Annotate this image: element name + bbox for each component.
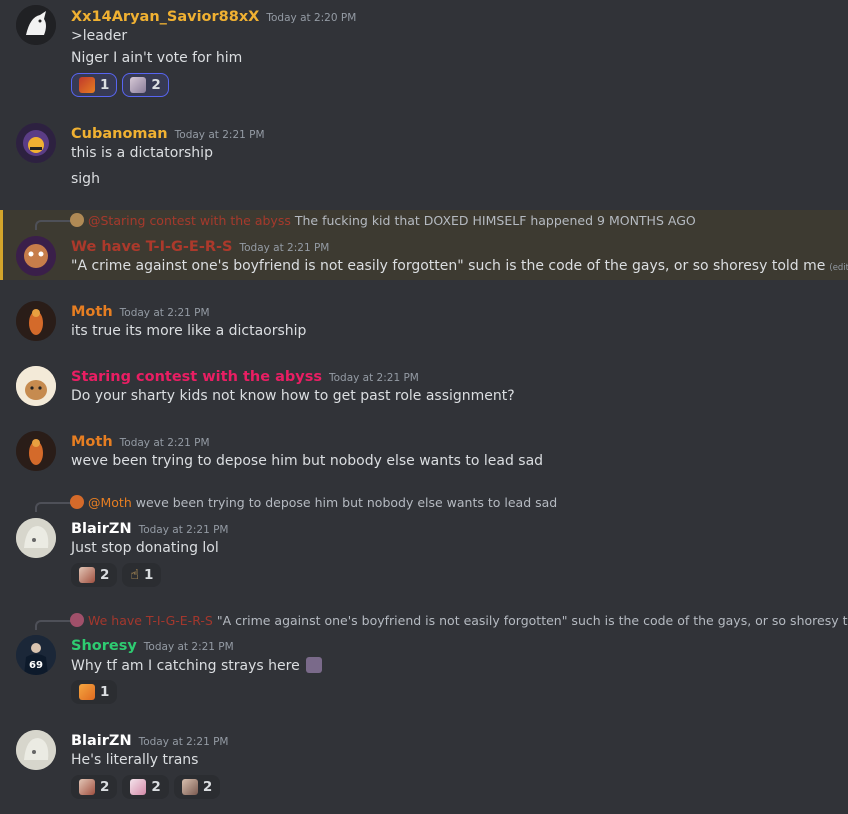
- timestamp: Today at 2:21 PM: [138, 736, 229, 748]
- timestamp: Today at 2:21 PM: [138, 524, 229, 536]
- middle-finger-emoji-icon: ☝: [130, 567, 139, 583]
- message-text: Why tf am I catching strays here: [71, 657, 323, 674]
- avatar[interactable]: 69: [16, 635, 56, 675]
- reply-connector: [35, 220, 71, 230]
- message-text: >leader: [71, 28, 128, 44]
- username[interactable]: BlairZN: [71, 733, 132, 749]
- reply-username[interactable]: @Staring contest with the abyss: [88, 213, 291, 228]
- reply-avatar: [70, 613, 84, 627]
- edited-label: (edited): [829, 263, 848, 273]
- reply-avatar: [70, 495, 84, 509]
- avatar[interactable]: [16, 301, 56, 341]
- avatar[interactable]: [16, 518, 56, 558]
- timestamp: Today at 2:21 PM: [328, 372, 419, 384]
- avatar[interactable]: [16, 123, 56, 163]
- reply-avatar: [70, 213, 84, 227]
- reaction-count: 2: [100, 779, 110, 795]
- username[interactable]: Moth: [71, 304, 113, 320]
- avatar[interactable]: [16, 5, 56, 45]
- reaction-count: 2: [100, 567, 110, 583]
- crying-face-emoji-icon: [79, 684, 95, 700]
- message-text: its true its more like a dictaorship: [71, 323, 307, 339]
- reply-connector: [35, 620, 71, 630]
- username[interactable]: We have T-I-G-E-R-S: [71, 239, 232, 255]
- anime-girls-emoji-icon: [181, 779, 198, 795]
- username[interactable]: Moth: [71, 434, 113, 450]
- reply-preview[interactable]: @Moth weve been trying to depose him but …: [70, 495, 557, 510]
- reply-preview[interactable]: @Staring contest with the abyss The fucki…: [70, 213, 696, 228]
- reaction[interactable]: 1: [71, 73, 118, 97]
- fire-face-emoji-icon: [79, 77, 95, 93]
- reaction[interactable]: 2: [122, 73, 169, 97]
- reaction[interactable]: 2: [173, 775, 221, 799]
- reply-connector: [35, 502, 71, 512]
- reply-username[interactable]: @Moth: [88, 495, 132, 510]
- timestamp: Today at 2:21 PM: [119, 307, 210, 319]
- reaction-count: 1: [100, 684, 110, 700]
- timestamp: Today at 2:21 PM: [239, 242, 330, 254]
- message-text: sigh: [71, 171, 100, 187]
- avatar[interactable]: [16, 730, 56, 770]
- message-text: Do your sharty kids not know how to get …: [71, 388, 515, 404]
- reaction[interactable]: 1: [71, 680, 118, 704]
- message-text: Just stop donating lol: [71, 540, 219, 556]
- reply-text: The fucking kid that DOXED HIMSELF happe…: [294, 213, 696, 228]
- message-text: weve been trying to depose him but nobod…: [71, 453, 544, 469]
- reply-text: weve been trying to depose him but nobod…: [135, 495, 558, 510]
- reaction[interactable]: ☝ 1: [122, 563, 162, 587]
- username[interactable]: Xx14Aryan_Savior88xX: [71, 9, 259, 25]
- message-text-content: "A crime against one's boyfriend is not …: [71, 258, 826, 274]
- reply-username[interactable]: We have T-I-G-E-R-S: [88, 613, 213, 628]
- svg-text:69: 69: [29, 660, 43, 671]
- username[interactable]: Shoresy: [71, 638, 137, 654]
- timestamp: Today at 2:20 PM: [266, 12, 357, 24]
- avatar[interactable]: [16, 366, 56, 406]
- reaction-count: 1: [100, 77, 110, 93]
- anime-girl-emoji-icon: [79, 779, 95, 795]
- avatar[interactable]: [16, 431, 56, 471]
- username[interactable]: BlairZN: [71, 521, 132, 537]
- timestamp: Today at 2:21 PM: [119, 437, 210, 449]
- sticker-emoji-icon: [130, 779, 147, 795]
- reaction-count: 2: [151, 77, 161, 93]
- reaction-count: 2: [202, 779, 213, 795]
- reply-text: "A crime against one's boyfriend is not …: [216, 613, 848, 628]
- reply-preview[interactable]: We have T-I-G-E-R-S "A crime against one'…: [70, 613, 848, 628]
- timestamp: Today at 2:21 PM: [174, 129, 265, 141]
- anime-girl-emoji-icon: [79, 567, 95, 583]
- message-text: "A crime against one's boyfriend is not …: [71, 258, 848, 274]
- sad-cat-emoji-icon: [306, 657, 323, 673]
- message-text: Niger I ain't vote for him: [71, 50, 243, 66]
- reaction-count: 1: [143, 567, 154, 583]
- username[interactable]: Cubanoman: [71, 126, 168, 142]
- username[interactable]: Staring contest with the abyss: [71, 369, 322, 385]
- reaction[interactable]: 2: [71, 563, 118, 587]
- message-text: He's literally trans: [71, 752, 199, 768]
- message-text-content: Why tf am I catching strays here: [71, 658, 300, 674]
- reaction-count: 2: [151, 779, 161, 795]
- anime-girl-emoji-icon: [130, 77, 147, 93]
- message-text: this is a dictatorship: [71, 145, 213, 161]
- avatar[interactable]: [16, 236, 56, 276]
- reaction[interactable]: 2: [71, 775, 118, 799]
- reaction[interactable]: 2: [122, 775, 169, 799]
- timestamp: Today at 2:21 PM: [143, 641, 234, 653]
